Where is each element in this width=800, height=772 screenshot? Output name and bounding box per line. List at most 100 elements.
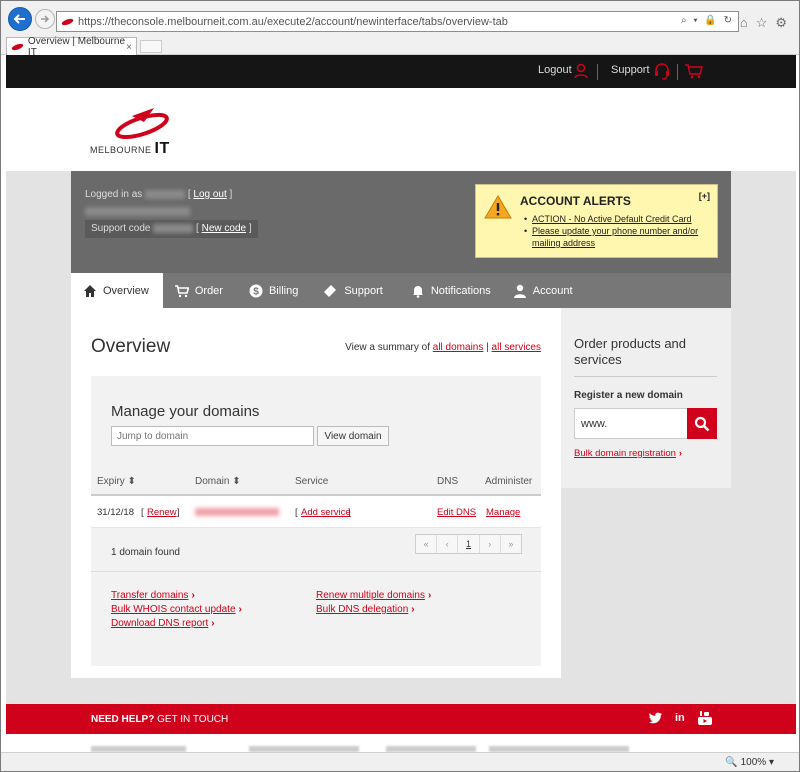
url-text: https://theconsole.melbourneit.com.au/ex… [78, 15, 508, 28]
twitter-icon[interactable] [649, 712, 663, 724]
pager-page-1[interactable]: 1 [458, 535, 480, 553]
tab-billing[interactable]: $ Billing [233, 273, 308, 308]
settings-gear-icon[interactable]: ⚙ [775, 15, 795, 30]
download-dns-report-link[interactable]: Download DNS report [111, 618, 215, 629]
new-tab-button[interactable] [140, 40, 162, 53]
user-icon [513, 284, 526, 298]
cart-icon [174, 284, 189, 297]
alerts-title: ACCOUNT ALERTS [520, 194, 631, 208]
col-service: Service [295, 476, 329, 487]
browser-window: https://theconsole.melbourneit.com.au/ex… [0, 0, 800, 772]
add-service-link[interactable]: Add service [301, 507, 351, 518]
warning-icon [484, 195, 512, 219]
logout-link[interactable]: Logout [538, 64, 572, 76]
need-help-bold: NEED HELP? [91, 714, 155, 725]
edit-dns-link[interactable]: Edit DNS [437, 507, 476, 518]
sidebar-subtitle: Register a new domain [574, 390, 683, 401]
col-domain[interactable]: Domain ⬍ [195, 476, 241, 487]
tab-label: Order [194, 284, 223, 297]
logged-in-label: Logged in as [85, 189, 143, 200]
ticket-icon [324, 284, 337, 297]
alert-item: ACTION - No Active Default Credit Card [524, 213, 714, 225]
jump-to-domain-input[interactable] [111, 426, 314, 446]
url-actions-icons[interactable]: ⌕ ▾ 🔒 ↻ [681, 15, 734, 26]
alerts-list: ACTION - No Active Default Credit Card P… [524, 213, 714, 249]
toolbar-icons: ⌂☆⚙ [740, 15, 795, 31]
youtube-icon[interactable] [698, 710, 712, 726]
tab-support[interactable]: Support [308, 273, 393, 308]
home-toolbar-icon[interactable]: ⌂ [740, 15, 756, 30]
alert-item: Please update your phone number and/or m… [524, 225, 714, 249]
renew-multiple-link[interactable]: Renew multiple domains [316, 590, 431, 601]
alert-link-update-contact[interactable]: Please update your phone number and/or m… [532, 226, 698, 248]
site-favicon-icon [61, 18, 74, 25]
view-domain-button[interactable]: View domain [317, 426, 389, 446]
main-nav: Overview Order $ Billing Support Notific… [71, 273, 731, 308]
logo-wordmark: MELBOURNE IT [90, 140, 170, 158]
dollar-icon: $ [249, 284, 263, 297]
need-help-link[interactable]: NEED HELP? GET IN TOUCH [91, 714, 228, 725]
add-service-bracket-open: [ [295, 507, 298, 518]
pager-first[interactable]: « [416, 535, 438, 553]
browser-tab-active[interactable]: Overview | Melbourne IT × [6, 36, 137, 58]
bulk-whois-link[interactable]: Bulk WHOIS contact update [111, 604, 242, 615]
domains-panel: Manage your domains View domain Expiry ⬍… [91, 376, 541, 666]
domain-search-input[interactable]: www. [574, 408, 688, 439]
manage-link[interactable]: Manage [486, 507, 520, 518]
headset-icon[interactable] [653, 62, 671, 80]
col-expiry[interactable]: Expiry ⬍ [97, 476, 136, 487]
sidebar-title: Order products and services [574, 336, 687, 367]
logout-account-link[interactable]: Log out [193, 189, 226, 200]
tab-account[interactable]: Account [501, 273, 583, 308]
redacted-domain-name[interactable] [195, 508, 279, 516]
favorites-star-icon[interactable]: ☆ [756, 15, 776, 30]
pager-prev[interactable]: ‹ [437, 535, 459, 553]
bulk-domain-registration-link[interactable]: Bulk domain registration [574, 448, 682, 459]
bulk-dns-delegation-link[interactable]: Bulk DNS delegation [316, 604, 415, 615]
back-button[interactable] [8, 7, 32, 31]
tab-close-icon[interactable]: × [126, 42, 132, 53]
domains-panel-title: Manage your domains [111, 403, 260, 420]
tab-favicon-icon [11, 43, 24, 51]
renew-bracket-close: ] [177, 507, 180, 518]
alerts-expand-toggle[interactable]: [+] [699, 191, 710, 201]
expiry-date: 31/12/18 [97, 507, 134, 518]
pager-last[interactable]: » [501, 535, 521, 553]
topbar-separator [677, 64, 678, 80]
support-code-line: Support code [ New code ] [85, 220, 258, 238]
pagination: « ‹ 1 › » [415, 534, 522, 554]
alert-link-credit-card[interactable]: ACTION - No Active Default Credit Card [532, 214, 692, 224]
tab-overview[interactable]: Overview [71, 273, 163, 308]
all-services-link[interactable]: all services [492, 342, 541, 353]
zoom-level[interactable]: 🔍 100% ▾ [725, 757, 774, 768]
forward-button[interactable] [35, 9, 55, 29]
cart-icon[interactable] [684, 63, 704, 79]
redacted-account-id [145, 189, 186, 199]
back-arrow-icon [14, 14, 25, 24]
table-row: 31/12/18 [ Renew ] [ Add service ] Edit … [91, 496, 541, 528]
new-code-link[interactable]: New code [202, 223, 246, 234]
renew-bracket-open: [ [141, 507, 144, 518]
transfer-domains-link[interactable]: Transfer domains [111, 590, 195, 601]
domain-search-button[interactable] [687, 408, 717, 439]
get-in-touch: GET IN TOUCH [157, 714, 229, 725]
logo-word-it: IT [154, 140, 170, 157]
zoom-value: 100% [740, 757, 767, 768]
site-top-bar: Logout Support [6, 55, 796, 88]
user-icon[interactable] [574, 63, 588, 79]
sidebar-divider [574, 376, 717, 377]
support-link[interactable]: Support [611, 64, 650, 76]
all-domains-link[interactable]: all domains [433, 342, 484, 353]
summary-links: View a summary of all domains | all serv… [345, 342, 541, 353]
tab-order[interactable]: Order [163, 273, 233, 308]
pager-next[interactable]: › [480, 535, 501, 553]
forward-arrow-icon [41, 15, 50, 23]
tab-notifications[interactable]: Notifications [393, 273, 501, 308]
svg-text:$: $ [253, 286, 259, 297]
search-icon [694, 416, 710, 431]
linkedin-icon[interactable]: in [675, 712, 685, 724]
summary-pipe: | [486, 342, 489, 353]
url-field[interactable]: https://theconsole.melbourneit.com.au/ex… [56, 11, 739, 32]
renew-link[interactable]: Renew [147, 507, 177, 518]
site-footer-partial [6, 734, 796, 752]
